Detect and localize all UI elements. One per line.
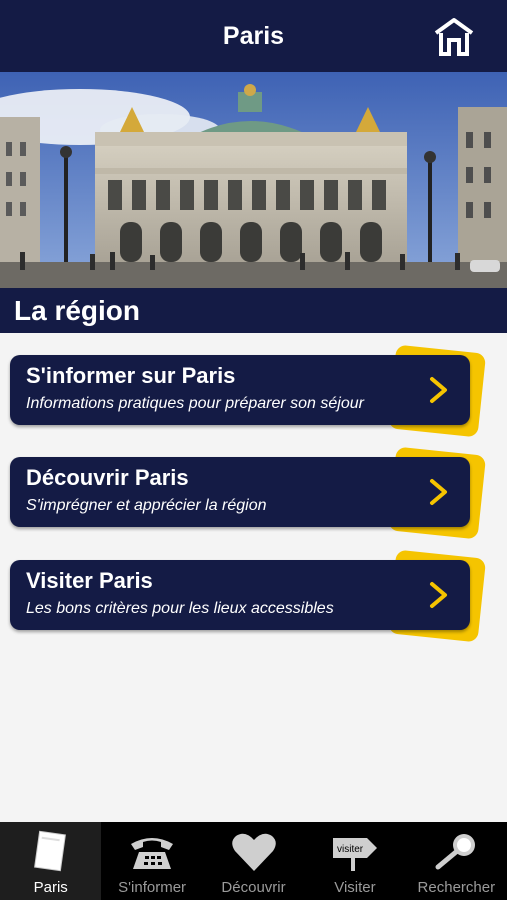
menu-item-subtitle: S'imprégner et apprécier la région: [26, 497, 267, 514]
section-title: La région: [14, 294, 141, 326]
menu-item-title: Découvrir Paris: [26, 465, 189, 490]
magnifier-icon: [430, 829, 482, 875]
nav-bar: Paris: [0, 0, 507, 72]
chevron-right-icon: [430, 479, 447, 505]
chevron-right-icon: [430, 582, 447, 608]
menu-item-decouvrir[interactable]: Découvrir Paris S'imprégner et apprécier…: [10, 446, 488, 543]
tab-rechercher[interactable]: Rechercher: [406, 822, 507, 900]
telephone-icon: [126, 829, 178, 875]
tab-paris[interactable]: Paris: [0, 822, 102, 900]
document-icon: [25, 829, 77, 875]
tab-label: Rechercher: [417, 879, 496, 896]
hero-image: [0, 72, 507, 288]
menu-item-sinformer[interactable]: S'informer sur Paris Informations pratiq…: [10, 344, 488, 441]
menu-item-visiter[interactable]: Visiter Paris Les bons critères pour les…: [10, 549, 488, 646]
home-button[interactable]: [433, 16, 475, 58]
heart-icon: [228, 829, 280, 875]
tab-decouvrir[interactable]: Découvrir: [203, 822, 304, 900]
signpost-icon: visiter: [329, 829, 381, 875]
menu-item-title: S'informer sur Paris: [26, 363, 236, 388]
menu-card[interactable]: Visiter Paris Les bons critères pour les…: [10, 560, 470, 630]
menu-card[interactable]: S'informer sur Paris Informations pratiq…: [10, 355, 470, 425]
signpost-text: visiter: [337, 844, 364, 855]
tab-label: Visiter: [334, 879, 376, 896]
tab-label: Paris: [33, 879, 68, 896]
menu-item-subtitle: Les bons critères pour les lieux accessi…: [26, 600, 334, 617]
tab-label: Découvrir: [221, 879, 286, 896]
section-header: La région: [0, 288, 507, 333]
tab-label: S'informer: [118, 879, 187, 896]
home-icon: [434, 18, 474, 56]
menu-card[interactable]: Découvrir Paris S'imprégner et apprécier…: [10, 457, 470, 527]
tab-bar: Paris S'informer Découvrir visiter Visit…: [0, 822, 507, 900]
menu-item-subtitle: Informations pratiques pour préparer son…: [26, 395, 364, 412]
chevron-right-icon: [430, 377, 447, 403]
tab-visiter[interactable]: visiter Visiter: [304, 822, 405, 900]
page-title: Paris: [222, 21, 285, 50]
menu-item-title: Visiter Paris: [26, 568, 153, 593]
tab-sinformer[interactable]: S'informer: [101, 822, 202, 900]
